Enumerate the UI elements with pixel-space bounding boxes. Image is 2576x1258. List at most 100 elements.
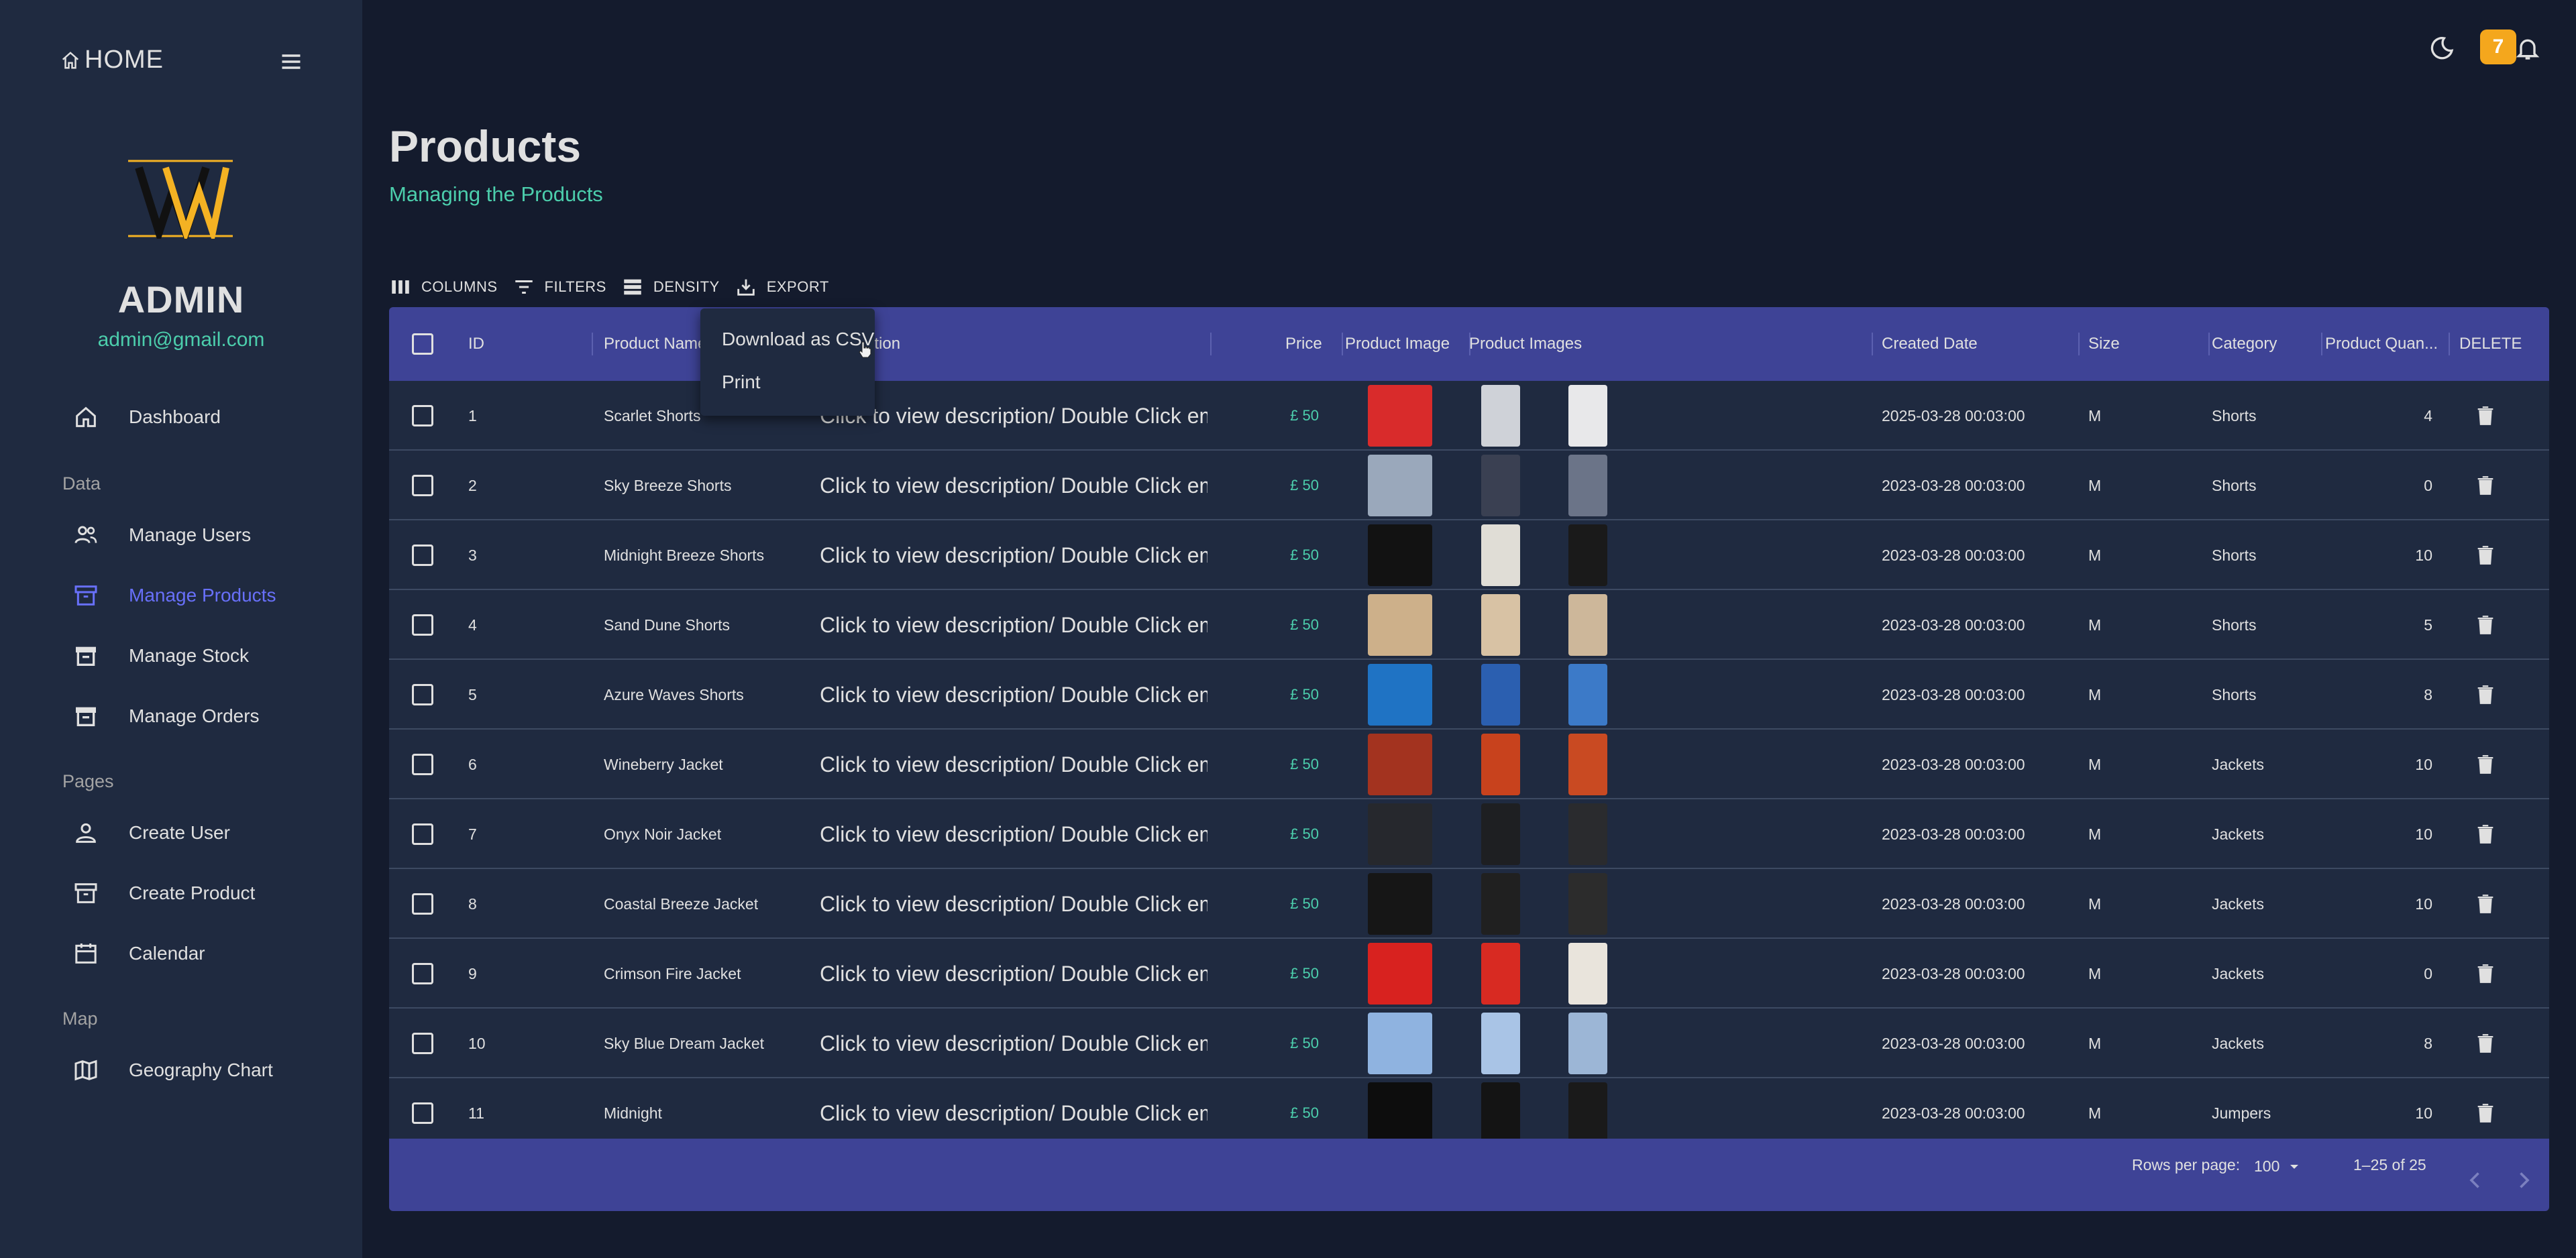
product-gallery-image[interactable] bbox=[1568, 943, 1607, 1005]
product-thumbnail[interactable] bbox=[1368, 1013, 1432, 1074]
cell-description[interactable]: Click to view description/ Double Click … bbox=[820, 451, 1208, 520]
column-header-created-date[interactable]: Created Date bbox=[1882, 307, 2070, 381]
sidebar-home-link[interactable]: HOME bbox=[60, 46, 164, 74]
cell-product-name[interactable]: Coastal Breeze Jacket bbox=[604, 869, 805, 939]
cell-product-name[interactable]: Onyx Noir Jacket bbox=[604, 799, 805, 869]
row-checkbox[interactable] bbox=[412, 963, 433, 984]
next-page-icon[interactable] bbox=[2512, 1168, 2536, 1192]
row-checkbox[interactable] bbox=[412, 405, 433, 426]
row-checkbox[interactable] bbox=[412, 614, 433, 636]
product-gallery-image[interactable] bbox=[1481, 1082, 1520, 1139]
product-gallery-image[interactable] bbox=[1568, 524, 1607, 586]
product-gallery-image[interactable] bbox=[1481, 1013, 1520, 1074]
cell-product-name[interactable]: Crimson Fire Jacket bbox=[604, 939, 805, 1009]
row-checkbox[interactable] bbox=[412, 545, 433, 566]
cell-description[interactable]: Click to view description/ Double Click … bbox=[820, 939, 1208, 1009]
product-thumbnail[interactable] bbox=[1368, 594, 1432, 656]
column-header-size[interactable]: Size bbox=[2088, 307, 2155, 381]
cell-description[interactable]: Click to view description/ Double Click … bbox=[820, 1078, 1208, 1139]
product-gallery-image[interactable] bbox=[1481, 524, 1520, 586]
product-gallery-image[interactable] bbox=[1568, 455, 1607, 516]
column-header-product-image[interactable]: Product Image bbox=[1345, 307, 1466, 381]
sidebar-item-dashboard[interactable]: Dashboard bbox=[72, 398, 221, 436]
product-thumbnail[interactable] bbox=[1368, 1082, 1432, 1139]
product-thumbnail[interactable] bbox=[1368, 524, 1432, 586]
sidebar-item-geography-chart[interactable]: Geography Chart bbox=[72, 1051, 273, 1089]
column-header-category[interactable]: Category bbox=[2212, 307, 2312, 381]
product-thumbnail[interactable] bbox=[1368, 734, 1432, 795]
trash-icon[interactable] bbox=[2474, 614, 2497, 636]
product-gallery-image[interactable] bbox=[1568, 664, 1607, 726]
cell-description[interactable]: Click to view description/ Double Click … bbox=[820, 520, 1208, 590]
cell-product-name[interactable]: Sand Dune Shorts bbox=[604, 590, 805, 660]
sidebar-item-create-product[interactable]: Create Product bbox=[72, 874, 255, 912]
sidebar-item-calendar[interactable]: Calendar bbox=[72, 935, 205, 972]
row-checkbox[interactable] bbox=[412, 1033, 433, 1054]
trash-icon[interactable] bbox=[2474, 544, 2497, 567]
product-gallery-image[interactable] bbox=[1481, 943, 1520, 1005]
product-thumbnail[interactable] bbox=[1368, 664, 1432, 726]
product-gallery-image[interactable] bbox=[1568, 734, 1607, 795]
trash-icon[interactable] bbox=[2474, 753, 2497, 776]
product-gallery-image[interactable] bbox=[1568, 873, 1607, 935]
sidebar-item-manage-users[interactable]: Manage Users bbox=[72, 516, 251, 554]
row-checkbox[interactable] bbox=[412, 475, 433, 496]
cell-product-name[interactable]: Midnight bbox=[604, 1078, 805, 1139]
cell-description[interactable]: Click to view description/ Double Click … bbox=[820, 730, 1208, 799]
trash-icon[interactable] bbox=[2474, 962, 2497, 985]
select-all-checkbox[interactable] bbox=[412, 333, 433, 355]
column-separator[interactable] bbox=[2321, 333, 2322, 355]
menu-icon[interactable] bbox=[279, 50, 303, 74]
trash-icon[interactable] bbox=[2474, 404, 2497, 427]
print-menu-item[interactable]: Print bbox=[700, 361, 875, 404]
product-gallery-image[interactable] bbox=[1481, 873, 1520, 935]
cell-description[interactable]: Click to view description/ Double Click … bbox=[820, 590, 1208, 660]
cell-description[interactable]: Click to view description/ Double Click … bbox=[820, 799, 1208, 869]
product-thumbnail[interactable] bbox=[1368, 873, 1432, 935]
sidebar-item-create-user[interactable]: Create User bbox=[72, 814, 230, 852]
column-header-id[interactable]: ID bbox=[468, 307, 582, 381]
row-checkbox[interactable] bbox=[412, 1102, 433, 1124]
product-gallery-image[interactable] bbox=[1568, 1082, 1607, 1139]
product-thumbnail[interactable] bbox=[1368, 455, 1432, 516]
density-button[interactable]: DENSITY bbox=[621, 276, 720, 298]
table-row[interactable]: 5 Azure Waves Shorts Click to view descrip… bbox=[389, 660, 2549, 730]
notification-badge[interactable]: 7 bbox=[2480, 30, 2516, 64]
dark-mode-icon[interactable] bbox=[2428, 35, 2455, 62]
cell-description[interactable]: Click to view description/ Double Click … bbox=[820, 660, 1208, 730]
cell-product-name[interactable]: Azure Waves Shorts bbox=[604, 660, 805, 730]
row-checkbox[interactable] bbox=[412, 754, 433, 775]
table-row[interactable]: 2 Sky Breeze Shorts Click to view descript… bbox=[389, 451, 2549, 520]
table-row[interactable]: 4 Sand Dune Shorts Click to view descripti… bbox=[389, 590, 2549, 660]
column-separator[interactable] bbox=[2208, 333, 2210, 355]
column-header-product-quantity[interactable]: Product Quan... bbox=[2325, 307, 2439, 381]
column-separator[interactable] bbox=[1210, 333, 1212, 355]
column-separator[interactable] bbox=[2449, 333, 2450, 355]
row-checkbox[interactable] bbox=[412, 893, 433, 915]
trash-icon[interactable] bbox=[2474, 1102, 2497, 1125]
product-gallery-image[interactable] bbox=[1568, 803, 1607, 865]
table-row[interactable]: 6 Wineberry Jacket Click to view descripti… bbox=[389, 730, 2549, 799]
table-row[interactable]: 8 Coastal Breeze Jacket Click to view desc… bbox=[389, 869, 2549, 939]
column-separator[interactable] bbox=[2078, 333, 2080, 355]
bell-icon[interactable] bbox=[2514, 35, 2541, 62]
product-gallery-image[interactable] bbox=[1568, 1013, 1607, 1074]
table-row[interactable]: 7 Onyx Noir Jacket Click to view descripti… bbox=[389, 799, 2549, 869]
product-gallery-image[interactable] bbox=[1568, 594, 1607, 656]
cell-product-name[interactable]: Midnight Breeze Shorts bbox=[604, 520, 805, 590]
cell-description[interactable]: Click to view description/ Double Click … bbox=[820, 869, 1208, 939]
product-thumbnail[interactable] bbox=[1368, 385, 1432, 447]
download-csv-menu-item[interactable]: Download as CSV bbox=[700, 318, 875, 361]
trash-icon[interactable] bbox=[2474, 1032, 2497, 1055]
cell-product-name[interactable]: Sky Breeze Shorts bbox=[604, 451, 805, 520]
filters-button[interactable]: FILTERS bbox=[513, 276, 606, 298]
product-gallery-image[interactable] bbox=[1481, 455, 1520, 516]
product-gallery-image[interactable] bbox=[1481, 803, 1520, 865]
cell-product-name[interactable]: Wineberry Jacket bbox=[604, 730, 805, 799]
trash-icon[interactable] bbox=[2474, 683, 2497, 706]
column-separator[interactable] bbox=[592, 333, 593, 355]
table-row[interactable]: 9 Crimson Fire Jacket Click to view descri… bbox=[389, 939, 2549, 1009]
product-gallery-image[interactable] bbox=[1481, 385, 1520, 447]
product-gallery-image[interactable] bbox=[1481, 594, 1520, 656]
product-gallery-image[interactable] bbox=[1481, 734, 1520, 795]
